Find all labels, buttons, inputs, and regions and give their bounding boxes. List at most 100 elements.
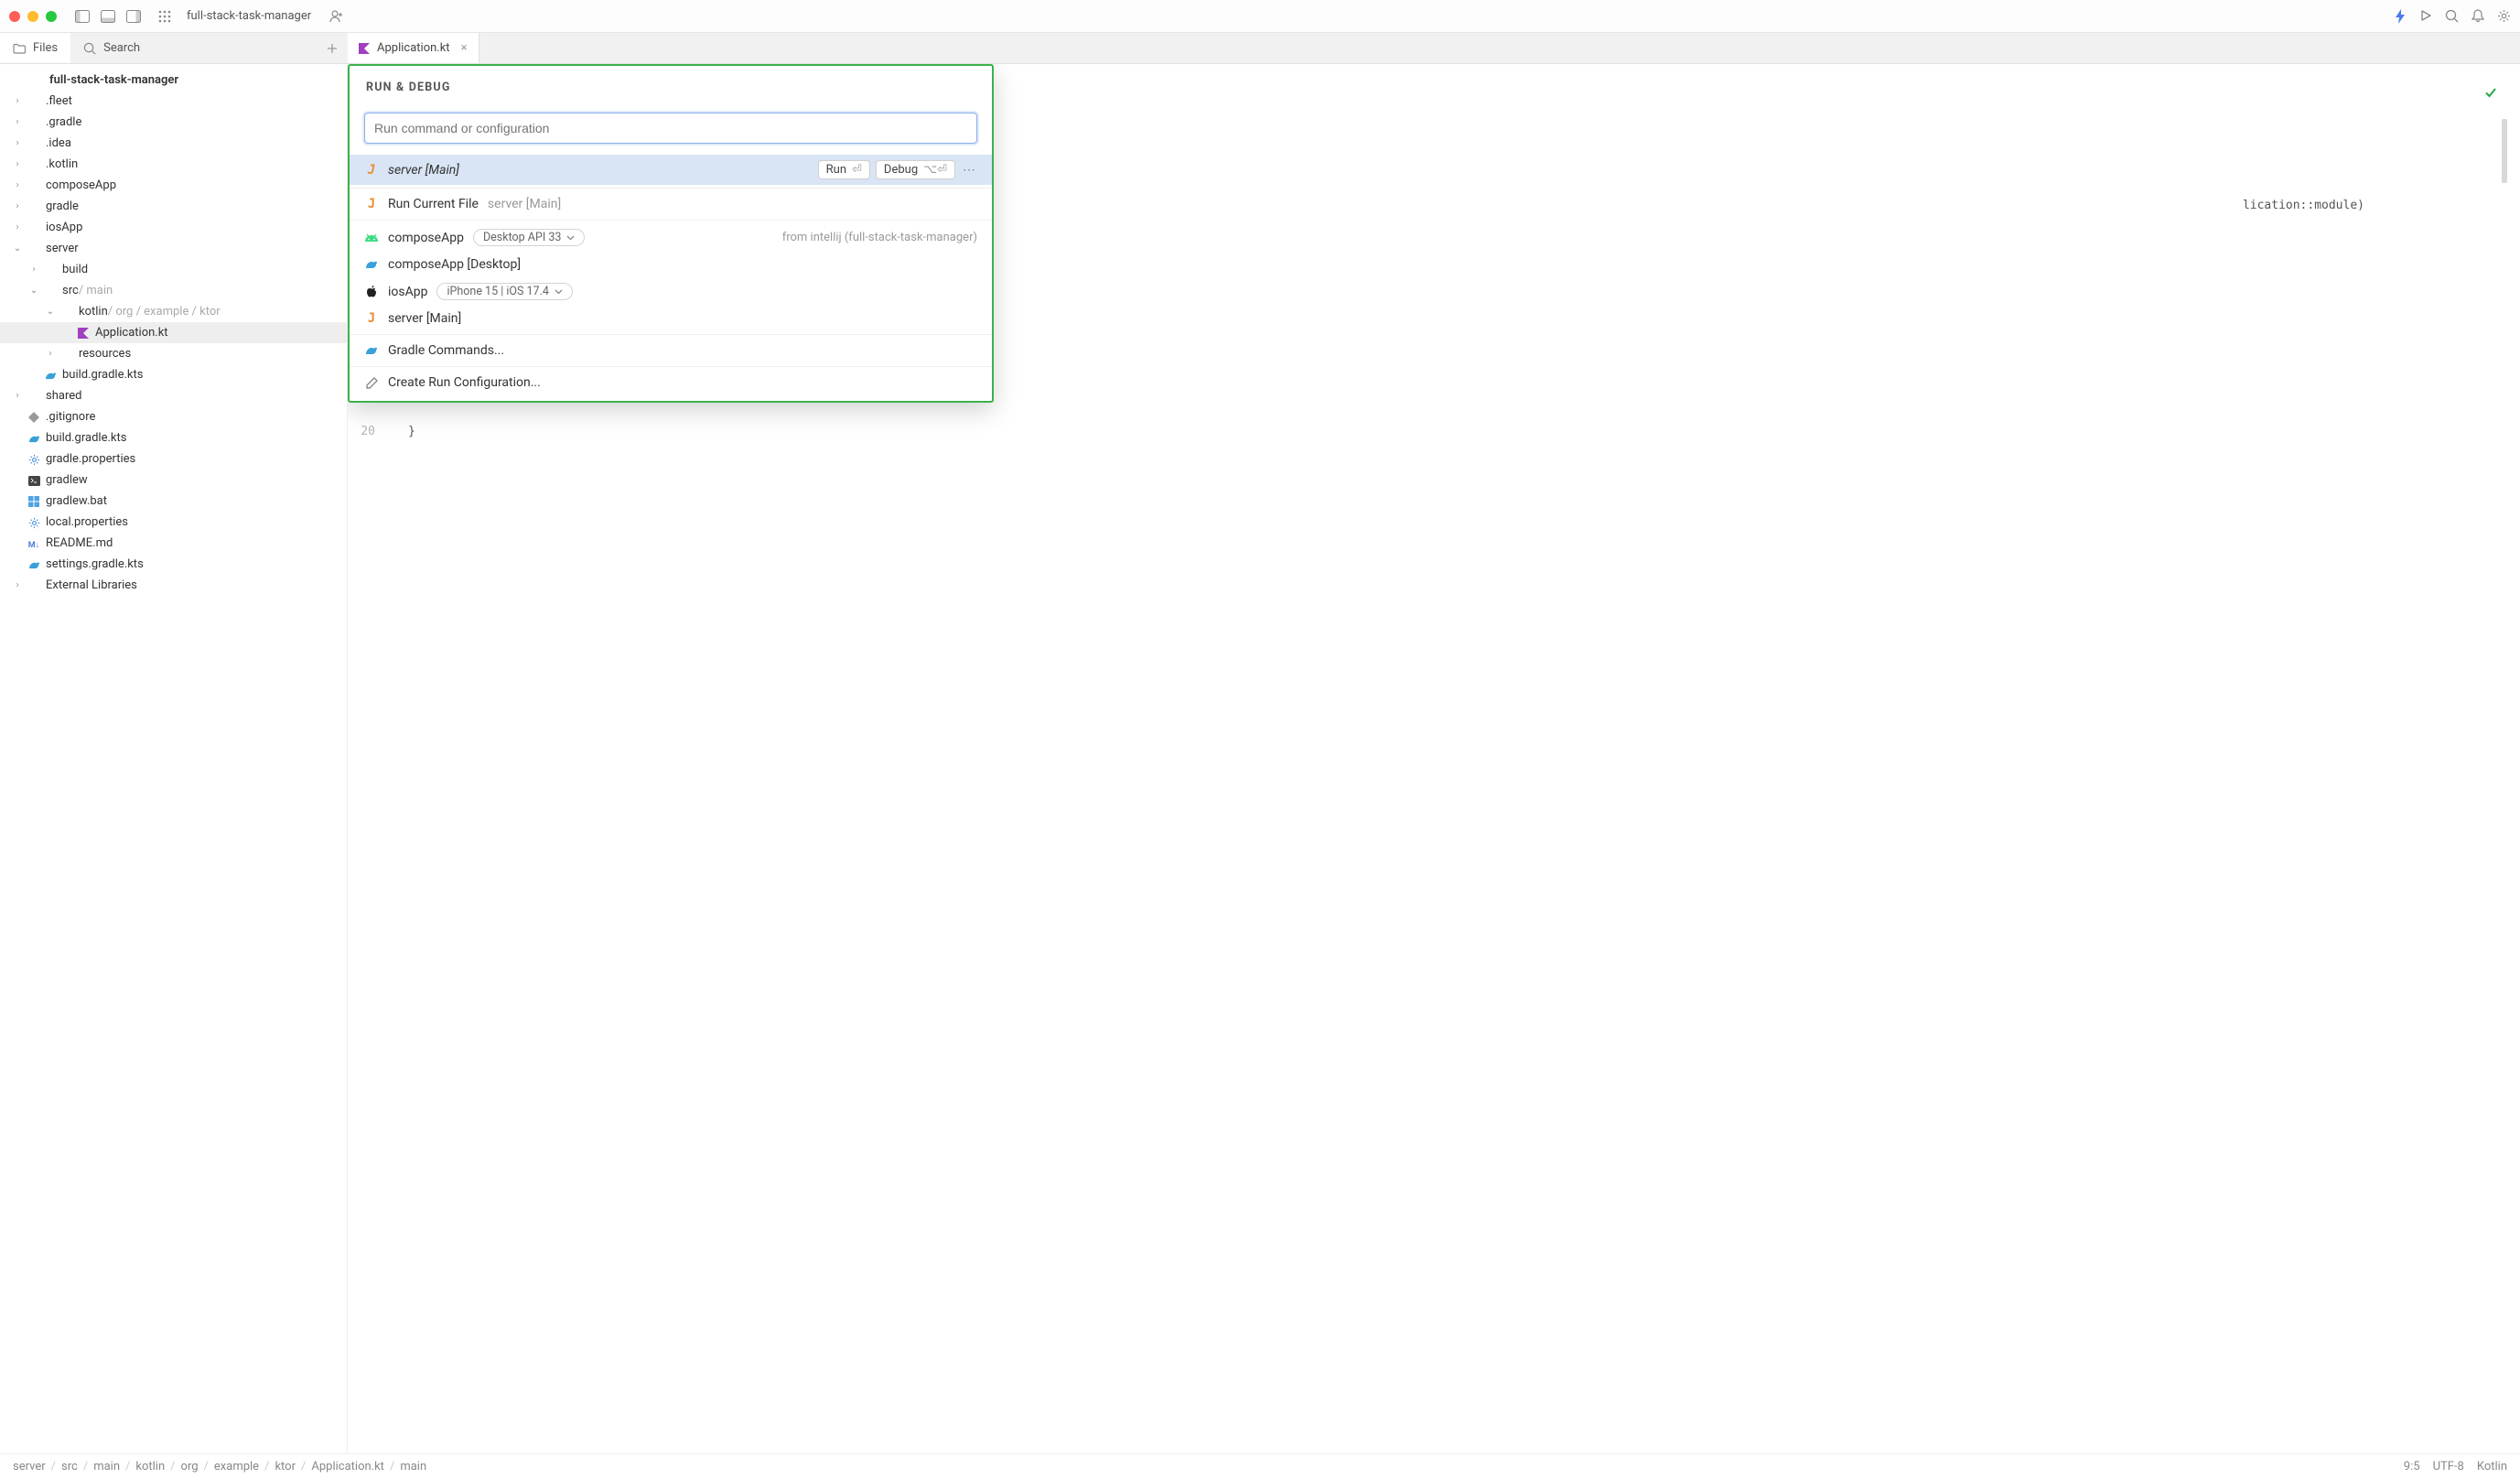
kotlin-file-icon bbox=[359, 41, 370, 55]
run-config-server-main[interactable]: J server [Main] Run ⏎ Debug ⌥⏎ ⋯ bbox=[350, 155, 992, 185]
tree-node[interactable]: ›External Libraries bbox=[0, 575, 347, 596]
notifications-icon[interactable] bbox=[2472, 9, 2484, 24]
tree-node[interactable]: ›shared bbox=[0, 385, 347, 406]
tree-node[interactable]: M↓ README.md bbox=[0, 533, 347, 554]
more-actions-icon[interactable]: ⋯ bbox=[961, 163, 977, 178]
cursor-position[interactable]: 9:5 bbox=[2404, 1460, 2420, 1474]
tree-node[interactable]: ⌄src / main bbox=[0, 280, 347, 301]
tree-node-label: gradlew bbox=[46, 473, 88, 487]
tree-node[interactable]: build.gradle.kts bbox=[0, 364, 347, 385]
tree-node-label: .idea bbox=[46, 136, 71, 150]
tree-node[interactable]: ›.gradle bbox=[0, 112, 347, 133]
breadcrumb-segment[interactable]: ktor bbox=[275, 1460, 296, 1474]
window-minimize-button[interactable] bbox=[27, 11, 38, 22]
tree-node[interactable]: ›resources bbox=[0, 343, 347, 364]
debug-button[interactable]: Debug ⌥⏎ bbox=[876, 160, 955, 179]
tree-node[interactable]: ⌄kotlin / org / example / ktor bbox=[0, 301, 347, 322]
device-target-pill[interactable]: Desktop API 33 bbox=[473, 229, 585, 246]
chevron-icon: › bbox=[11, 201, 24, 211]
breadcrumb-separator: / bbox=[264, 1460, 269, 1474]
breadcrumb-segment[interactable]: org bbox=[181, 1460, 199, 1474]
tree-node[interactable]: gradlew bbox=[0, 470, 347, 491]
breadcrumb-segment[interactable]: src bbox=[61, 1460, 78, 1474]
panel-right-icon[interactable] bbox=[124, 10, 143, 23]
run-config-run-current-file[interactable]: J Run Current File server [Main] bbox=[350, 191, 992, 217]
add-panel-button[interactable] bbox=[317, 33, 348, 63]
tree-node[interactable]: Application.kt bbox=[0, 322, 347, 343]
run-config-iosapp[interactable]: iosApp iPhone 15 | iOS 17.4 bbox=[350, 277, 992, 306]
tree-node[interactable]: ›.kotlin bbox=[0, 154, 347, 175]
file-icon bbox=[26, 411, 42, 424]
tree-node[interactable]: ›gradle bbox=[0, 196, 347, 217]
tree-node-label: .kotlin bbox=[46, 157, 78, 171]
tree-node[interactable]: › .idea bbox=[0, 133, 347, 154]
tree-node[interactable]: ›iosApp bbox=[0, 217, 347, 238]
search-tab-label: Search bbox=[103, 41, 140, 55]
search-panel-tab[interactable]: Search bbox=[70, 33, 153, 63]
run-config-search-input[interactable] bbox=[364, 113, 977, 144]
breadcrumb-segment[interactable]: kotlin bbox=[135, 1460, 165, 1474]
tree-node-label: README.md bbox=[46, 536, 113, 550]
code-editor[interactable]: lication::module) 20} RUN & DEBUG J serv… bbox=[348, 64, 2520, 1453]
tree-node-suffix: / main bbox=[79, 284, 113, 297]
panel-bottom-icon[interactable] bbox=[99, 10, 117, 23]
run-config-label: iosApp bbox=[388, 285, 427, 299]
breadcrumb-separator: / bbox=[125, 1460, 130, 1474]
apps-grid-icon[interactable] bbox=[156, 10, 174, 23]
tree-node[interactable]: local.properties bbox=[0, 512, 347, 533]
gradle-icon bbox=[364, 259, 379, 270]
close-icon[interactable]: × bbox=[461, 41, 468, 55]
breadcrumb-segment[interactable]: main bbox=[93, 1460, 120, 1474]
tree-node[interactable]: ›composeApp bbox=[0, 175, 347, 196]
panel-left-icon[interactable] bbox=[73, 10, 92, 23]
chevron-icon: › bbox=[11, 138, 24, 148]
device-target-pill[interactable]: iPhone 15 | iOS 17.4 bbox=[436, 283, 572, 300]
breadcrumb-separator: / bbox=[51, 1460, 56, 1474]
breadcrumb-separator: / bbox=[390, 1460, 394, 1474]
add-collaborator-icon[interactable] bbox=[328, 10, 346, 23]
pill-label: Desktop API 33 bbox=[483, 231, 561, 244]
tree-node-label: build bbox=[62, 263, 88, 276]
tree-node-label: External Libraries bbox=[46, 578, 137, 592]
breadcrumb-segment[interactable]: Application.kt bbox=[311, 1460, 384, 1474]
smart-mode-icon[interactable] bbox=[2394, 9, 2407, 24]
window-close-button[interactable] bbox=[9, 11, 20, 22]
window-maximize-button[interactable] bbox=[46, 11, 57, 22]
tree-node[interactable]: gradlew.bat bbox=[0, 491, 347, 512]
run-play-icon[interactable] bbox=[2419, 9, 2432, 24]
file-encoding[interactable]: UTF-8 bbox=[2433, 1460, 2464, 1474]
chevron-icon: › bbox=[44, 349, 57, 359]
breadcrumb-segment[interactable]: example bbox=[214, 1460, 259, 1474]
run-config-create-new[interactable]: Create Run Configuration... bbox=[350, 370, 992, 401]
run-config-label: server [Main] bbox=[388, 311, 461, 326]
tree-node-label: settings.gradle.kts bbox=[46, 557, 144, 571]
tree-node[interactable]: .gitignore bbox=[0, 406, 347, 427]
breadcrumb-segment[interactable]: main bbox=[400, 1460, 426, 1474]
file-tree-panel[interactable]: full-stack-task-manager›.fleet›.gradle ›.… bbox=[0, 64, 348, 1453]
file-language[interactable]: Kotlin bbox=[2477, 1460, 2507, 1474]
tree-node-label: server bbox=[46, 242, 79, 255]
settings-icon[interactable] bbox=[2497, 9, 2511, 24]
project-root[interactable]: full-stack-task-manager bbox=[0, 70, 347, 91]
tree-node-label: composeApp bbox=[46, 178, 116, 192]
tree-node[interactable]: ›.fleet bbox=[0, 91, 347, 112]
run-config-gradle-commands[interactable]: Gradle Commands... bbox=[350, 338, 992, 363]
breadcrumbs[interactable]: server/src/main/kotlin/org/example/ktor/… bbox=[13, 1460, 426, 1474]
file-icon: M↓ bbox=[26, 537, 42, 550]
editor-tab-application-kt[interactable]: Application.kt × bbox=[348, 33, 479, 63]
run-config-composeapp-desktop[interactable]: composeApp [Desktop] bbox=[350, 252, 992, 277]
run-button[interactable]: Run ⏎ bbox=[818, 160, 870, 179]
search-icon[interactable] bbox=[2445, 9, 2459, 24]
tree-node[interactable]: settings.gradle.kts bbox=[0, 554, 347, 575]
file-icon bbox=[42, 369, 59, 382]
run-config-server-main-2[interactable]: J server [Main] bbox=[350, 306, 992, 331]
window-traffic-lights[interactable] bbox=[9, 11, 57, 22]
tree-node[interactable]: build.gradle.kts bbox=[0, 427, 347, 448]
breadcrumb-segment[interactable]: server bbox=[13, 1460, 46, 1474]
tree-node[interactable]: ⌄server bbox=[0, 238, 347, 259]
tree-node[interactable]: ›build bbox=[0, 259, 347, 280]
files-panel-tab[interactable]: Files bbox=[0, 33, 70, 63]
debug-button-label: Debug bbox=[884, 163, 918, 177]
run-config-composeapp[interactable]: composeApp Desktop API 33 from intellij … bbox=[350, 223, 992, 252]
tree-node[interactable]: gradle.properties bbox=[0, 448, 347, 470]
